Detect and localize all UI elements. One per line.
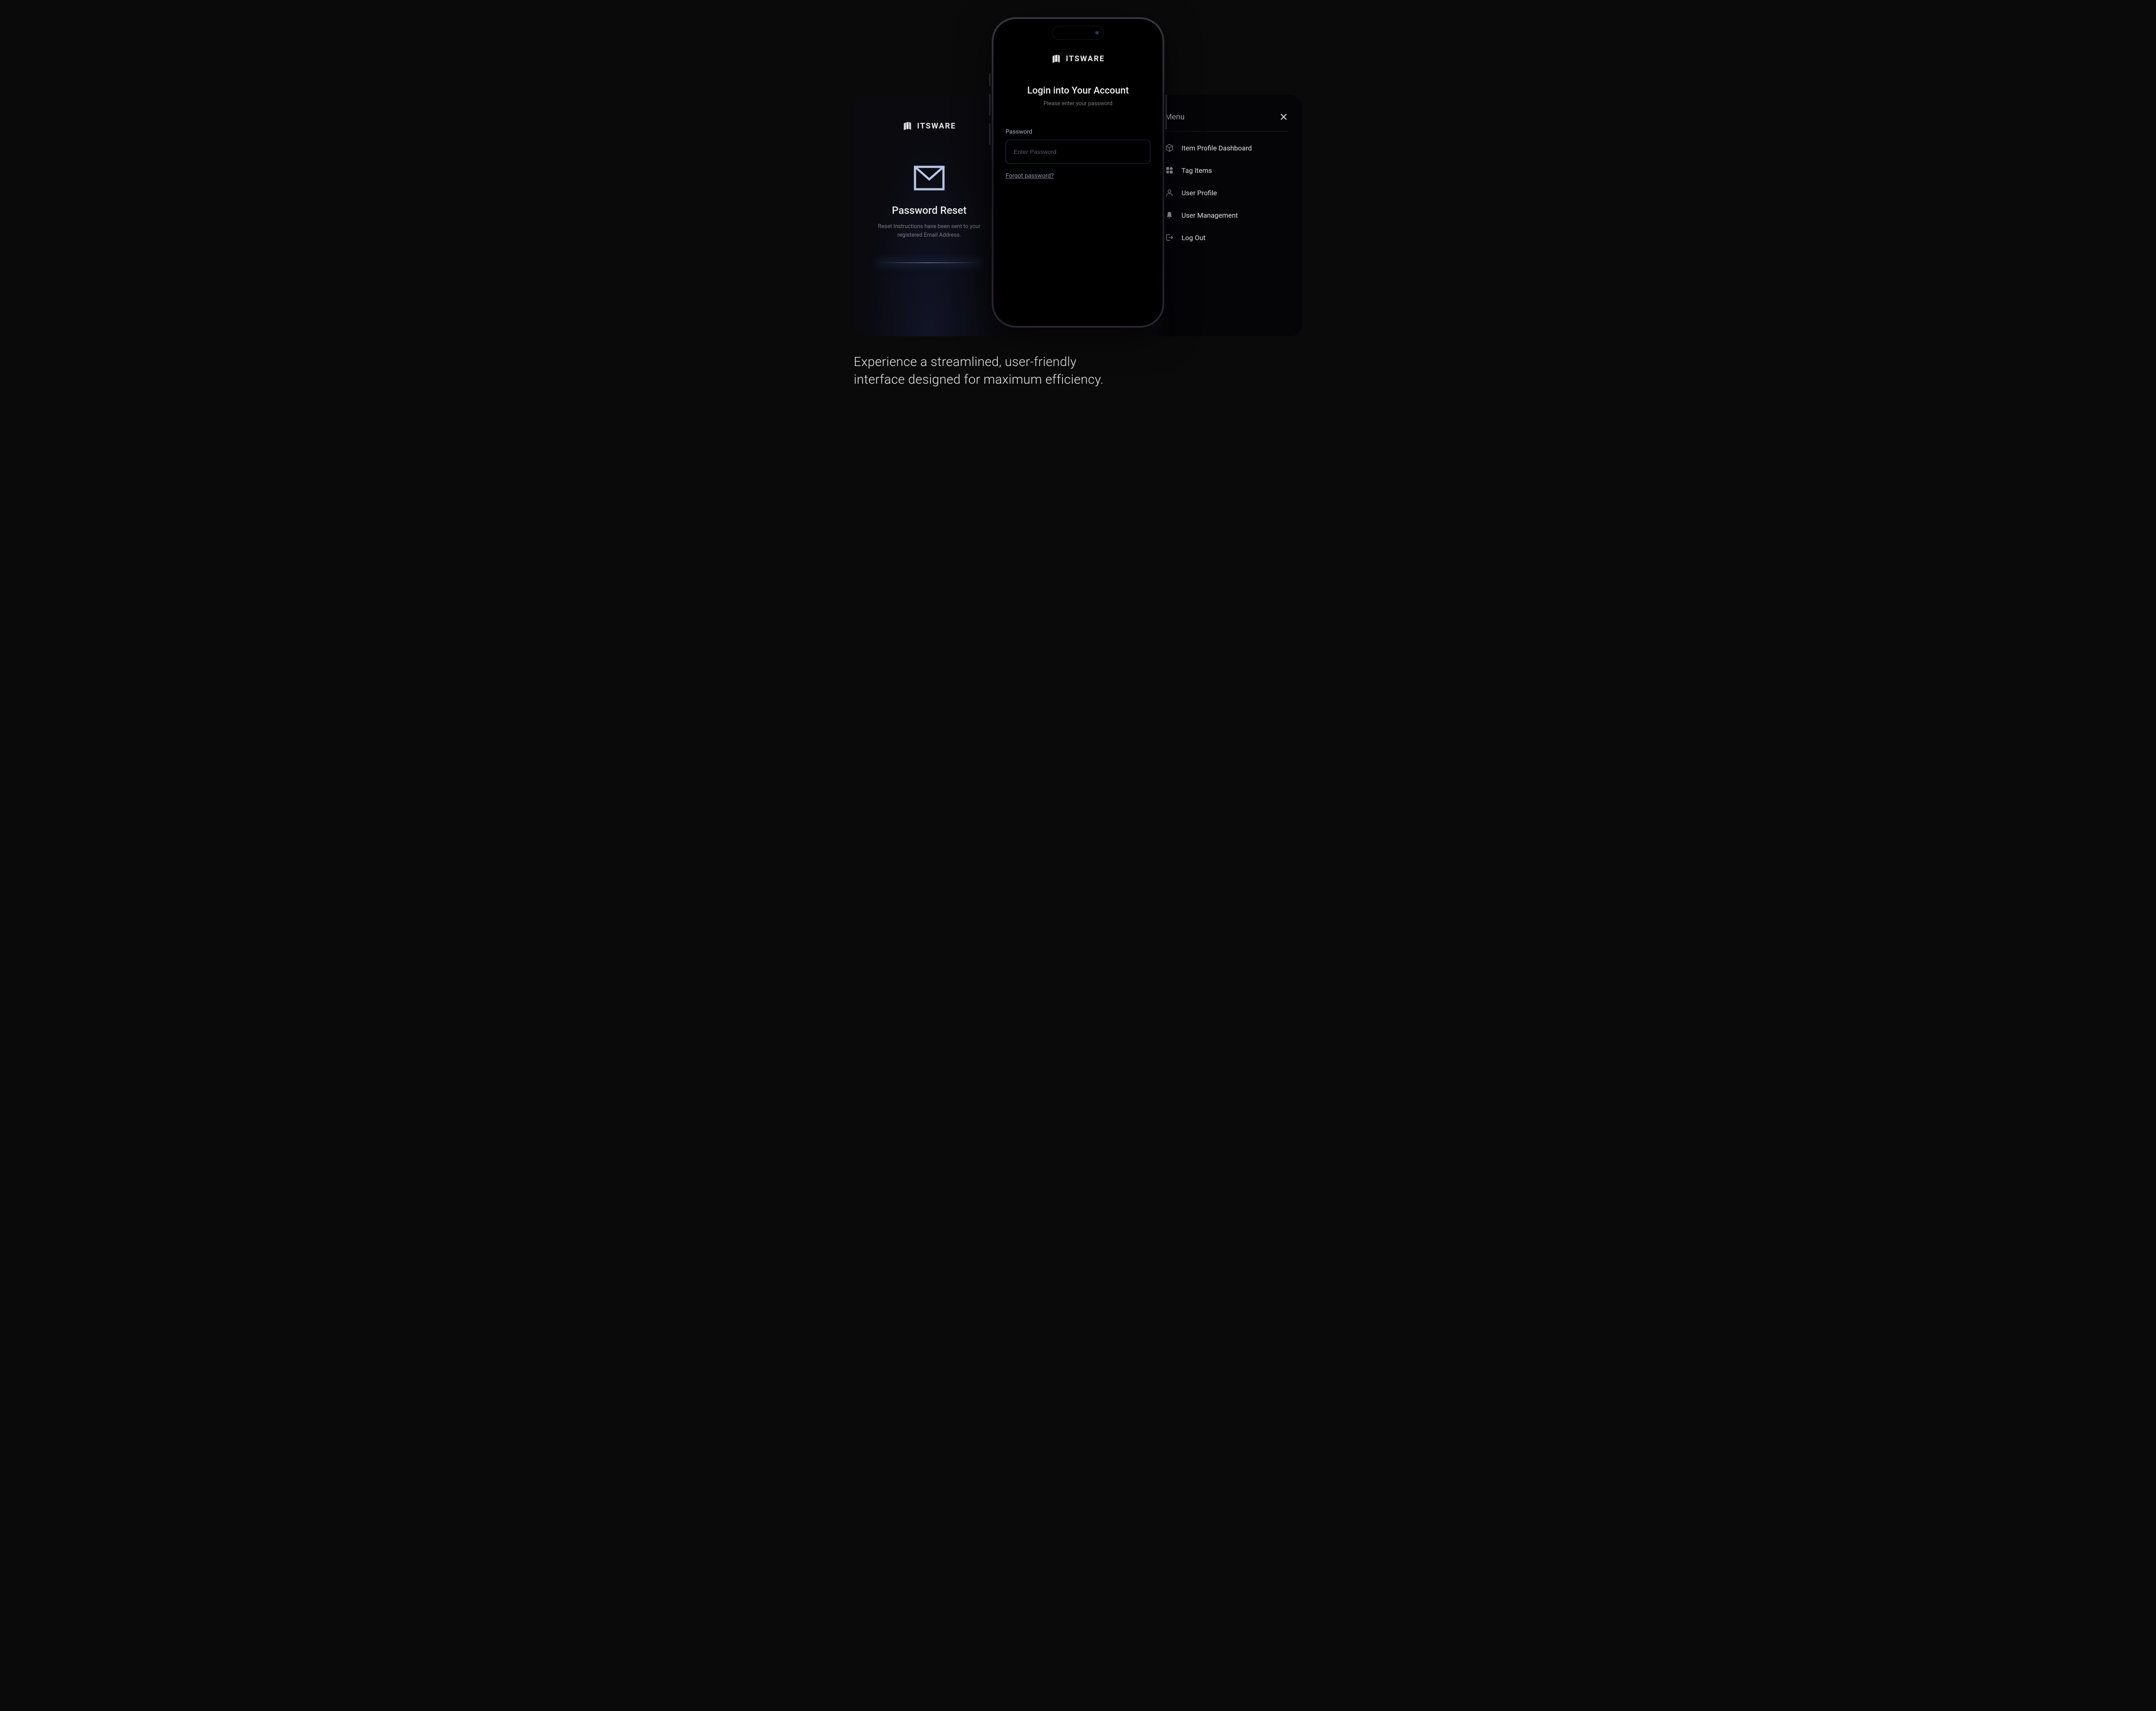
password-input[interactable] (1006, 140, 1150, 164)
brand-logo: ITSWARE (903, 121, 956, 131)
logout-icon (1165, 233, 1174, 242)
menu-item-profile[interactable]: User Profile (1165, 188, 1288, 197)
menu-card: Menu Item Profile Dashboard Tag Items (1151, 95, 1302, 336)
forgot-password-link[interactable]: Forgot password? (1006, 172, 1054, 179)
logo-icon (903, 121, 913, 131)
menu-item-label: User Profile (1181, 189, 1217, 197)
password-reset-card: ITSWARE Password Reset Reset Instruction… (854, 95, 1005, 336)
menu-item-tag[interactable]: Tag Items (1165, 166, 1288, 175)
menu-item-logout[interactable]: Log Out (1165, 233, 1288, 242)
login-title: Login into Your Account (1027, 85, 1129, 96)
password-label: Password (1006, 128, 1150, 135)
menu-item-label: User Management (1181, 211, 1238, 219)
grid-icon (1165, 166, 1174, 175)
login-subtitle: Please enter your password (1044, 100, 1112, 107)
reset-title: Password Reset (892, 204, 966, 216)
dynamic-island (1052, 26, 1104, 40)
mail-icon (914, 166, 945, 192)
brand-name: ITSWARE (1066, 54, 1105, 63)
menu-item-label: Log Out (1181, 234, 1206, 242)
brand-name: ITSWARE (917, 122, 956, 131)
menu-item-users[interactable]: User Management (1165, 211, 1288, 219)
user-icon (1165, 188, 1174, 197)
bell-icon (1165, 211, 1174, 219)
reset-subtitle: Reset Instructions have been sent to you… (873, 222, 985, 239)
menu-item-dashboard[interactable]: Item Profile Dashboard (1165, 144, 1288, 152)
phone-mockup: ITSWARE Login into Your Account Please e… (992, 17, 1164, 328)
menu-item-label: Item Profile Dashboard (1181, 144, 1252, 152)
brand-logo: ITSWARE (1051, 53, 1105, 64)
menu-item-label: Tag Items (1181, 166, 1212, 175)
caption-text: Experience a streamlined, user-friendly … (828, 353, 1104, 388)
cube-icon (1165, 144, 1174, 152)
close-icon[interactable] (1279, 112, 1288, 122)
logo-icon (1051, 53, 1062, 64)
menu-title: Menu (1165, 113, 1185, 122)
